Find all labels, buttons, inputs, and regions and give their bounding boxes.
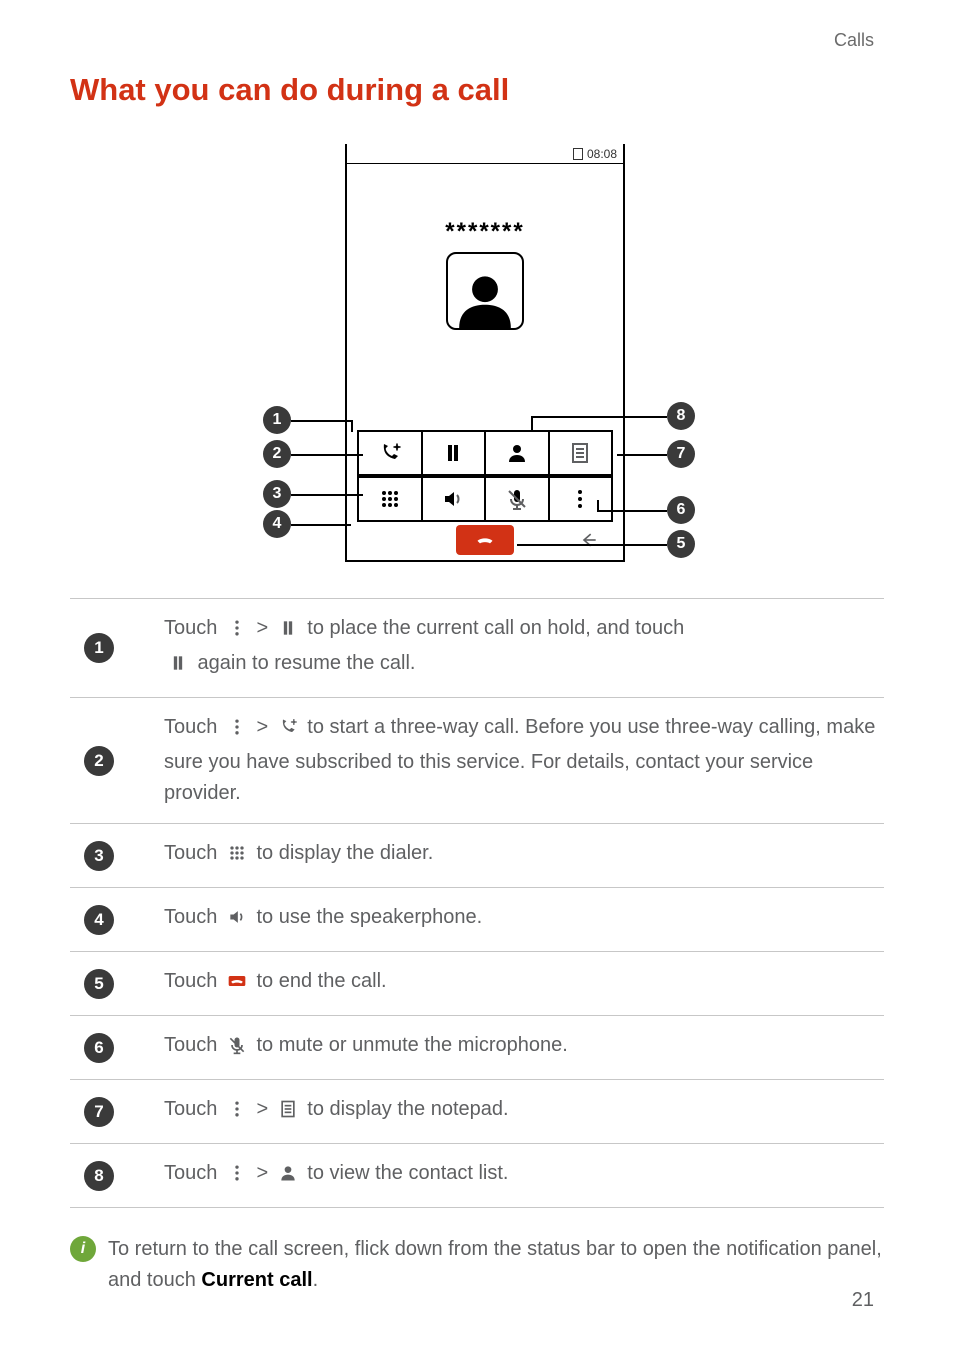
add-call-icon: [278, 716, 298, 747]
row-num: 8: [84, 1161, 114, 1191]
table-row: 7 Touch > to display the notepad.: [70, 1079, 884, 1143]
speaker-icon: [227, 906, 247, 937]
phone-btn-contacts[interactable]: [486, 430, 550, 476]
page-title: What you can do during a call: [70, 72, 884, 108]
table-row: 8 Touch > to view the contact list.: [70, 1143, 884, 1208]
row-num: 5: [84, 969, 114, 999]
end-call-icon: [227, 970, 247, 1001]
page-number: 21: [852, 1289, 874, 1312]
caller-name-masked: *******: [347, 218, 623, 246]
more-icon: [227, 617, 247, 648]
contact-icon: [278, 1162, 298, 1193]
table-row: 5 Touch to end the call.: [70, 951, 884, 1015]
phone-btn-addcall[interactable]: [357, 430, 423, 476]
row-num: 7: [84, 1097, 114, 1127]
phone-btn-dialpad[interactable]: [357, 476, 423, 522]
table-row: 2 Touch > to start a three-way call. Bef…: [70, 697, 884, 823]
callout-3: 3: [263, 480, 291, 508]
status-time: 08:08: [587, 147, 617, 161]
avatar-icon: [446, 252, 524, 330]
row-text: Touch to mute or unmute the microphone.: [164, 1030, 884, 1065]
more-icon: [227, 716, 247, 747]
callout-5: 5: [667, 530, 695, 558]
callout-2: 2: [263, 440, 291, 468]
legend-table: 1 Touch > to place the current call on h…: [70, 598, 884, 1208]
row-text: Touch to use the speakerphone.: [164, 902, 884, 937]
phone-btn-speaker[interactable]: [423, 476, 487, 522]
row-text: Touch > to start a three-way call. Befor…: [164, 712, 884, 809]
tip-note: i To return to the call screen, flick do…: [70, 1234, 884, 1296]
pause-icon: [278, 617, 298, 648]
tip-text: To return to the call screen, flick down…: [108, 1234, 884, 1296]
row-num: 4: [84, 905, 114, 935]
row-num: 6: [84, 1033, 114, 1063]
phone-btn-more[interactable]: [550, 476, 614, 522]
row-text: Touch to end the call.: [164, 966, 884, 1001]
callout-8: 8: [667, 402, 695, 430]
more-icon: [227, 1162, 247, 1193]
back-icon: [579, 530, 599, 550]
row-num: 2: [84, 746, 114, 776]
row-text: Touch to display the dialer.: [164, 838, 884, 873]
phone-btn-notepad[interactable]: [550, 430, 614, 476]
row-text: Touch > to view the contact list.: [164, 1158, 884, 1193]
row-text: Touch > to place the current call on hol…: [164, 613, 884, 683]
callout-1: 1: [263, 406, 291, 434]
row-num: 3: [84, 841, 114, 871]
callout-4: 4: [263, 510, 291, 538]
phone-illustration: 08:08 *******: [70, 144, 884, 574]
callout-7: 7: [667, 440, 695, 468]
battery-icon: [573, 148, 583, 160]
section-header: Calls: [834, 30, 874, 51]
callout-6: 6: [667, 496, 695, 524]
dialpad-icon: [227, 842, 247, 873]
mic-off-icon: [227, 1034, 247, 1065]
table-row: 3 Touch to display the dialer.: [70, 823, 884, 887]
row-num: 1: [84, 633, 114, 663]
notepad-icon: [278, 1098, 298, 1129]
phone-btn-mute[interactable]: [486, 476, 550, 522]
phone-btn-endcall[interactable]: [456, 525, 514, 555]
table-row: 1 Touch > to place the current call on h…: [70, 598, 884, 697]
more-icon: [227, 1098, 247, 1129]
info-icon: i: [70, 1236, 96, 1262]
row-text: Touch > to display the notepad.: [164, 1094, 884, 1129]
phone-btn-hold[interactable]: [423, 430, 487, 476]
table-row: 4 Touch to use the speakerphone.: [70, 887, 884, 951]
status-bar: 08:08: [347, 144, 623, 164]
pause-icon: [168, 652, 188, 683]
table-row: 6 Touch to mute or unmute the microphone…: [70, 1015, 884, 1079]
